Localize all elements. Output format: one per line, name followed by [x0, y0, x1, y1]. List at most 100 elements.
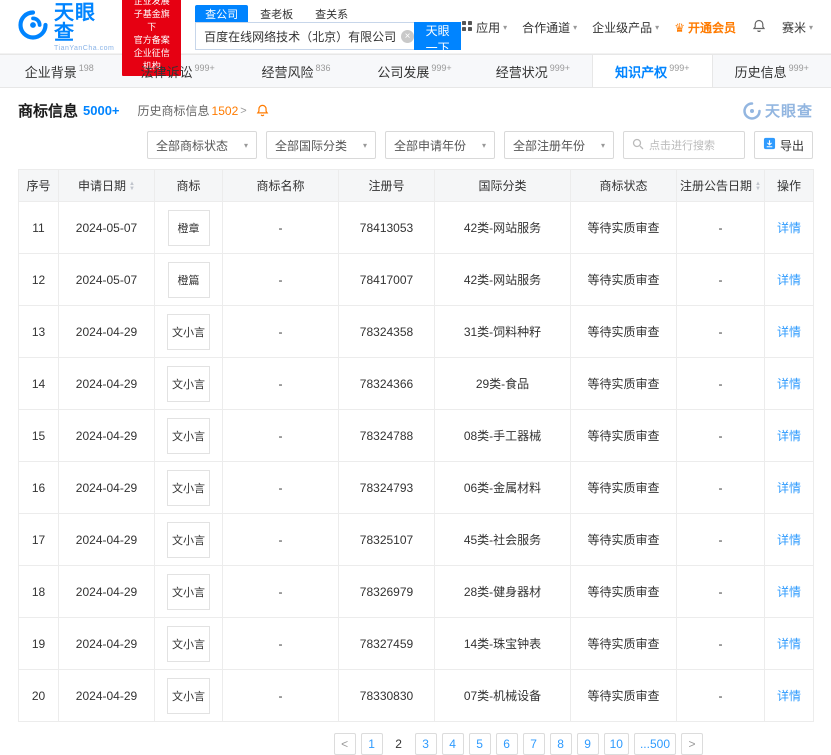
- trademark-cell: 橙章: [154, 201, 223, 254]
- page-button-3[interactable]: 3: [414, 733, 437, 755]
- row-number: 11: [18, 201, 59, 254]
- section-tabbar: 企业背景 198 法律诉讼 999+ 经营风险 836 公司发展 999+ 经营状况 999+ 知识…: [0, 54, 831, 88]
- tab-company-development[interactable]: 公司发展 999+: [355, 55, 473, 87]
- tab-legal-proceedings[interactable]: 法律诉讼 999+: [118, 55, 236, 87]
- nav-enterprise-products-label: 企业级产品: [592, 21, 653, 35]
- search-tab-company[interactable]: 查公司: [195, 5, 249, 22]
- apply-date: 2024-04-29: [58, 669, 155, 722]
- nav-cooperation[interactable]: 合作通道 ▾: [522, 19, 577, 36]
- publication-date: -: [676, 461, 765, 514]
- tab-company-background[interactable]: 企业背景 198: [0, 55, 118, 87]
- search-tab-relation[interactable]: 查关系: [305, 5, 358, 22]
- action-cell: 详情: [764, 513, 814, 566]
- detail-link[interactable]: 详情: [777, 377, 801, 391]
- page-button-9[interactable]: 9: [576, 733, 599, 755]
- next-page-button[interactable]: >: [681, 733, 703, 755]
- trademark-image[interactable]: 文小言: [167, 521, 210, 558]
- tab-intellectual-property[interactable]: 知识产权 999+: [592, 55, 713, 87]
- trademark-image[interactable]: 文小言: [167, 677, 210, 714]
- detail-link[interactable]: 详情: [777, 481, 801, 495]
- col-action-label: 操作: [776, 179, 801, 193]
- page-button-5[interactable]: 5: [468, 733, 491, 755]
- detail-link[interactable]: 详情: [777, 221, 801, 235]
- detail-link[interactable]: 详情: [777, 273, 801, 287]
- nav-open-vip[interactable]: ♛ 开通会员: [674, 19, 736, 36]
- prev-page-button[interactable]: <: [333, 733, 356, 755]
- apply-date: 2024-04-29: [58, 305, 155, 358]
- page-button-2[interactable]: 2: [388, 733, 410, 755]
- detail-link[interactable]: 详情: [777, 533, 801, 547]
- action-cell: 详情: [764, 461, 814, 514]
- page-button-1[interactable]: 1: [360, 733, 383, 755]
- trademark-image[interactable]: 橙篇: [167, 261, 210, 298]
- tab-company-development-count: 999+: [431, 62, 452, 73]
- page-button-7[interactable]: 7: [522, 733, 545, 755]
- sort-icon[interactable]: ▲ ▼: [129, 181, 135, 192]
- filter-register-year-value: 全部注册年份: [512, 138, 585, 153]
- apply-date: 2024-05-07: [58, 201, 155, 254]
- table-row: 11 2024-05-07 橙章 -78413053 42类-网站服务 等待实质审查 - 详情: [18, 201, 814, 254]
- filter-intl-class[interactable]: 全部国际分类 ▾: [265, 131, 376, 159]
- logo-subtitle: TianYanCha.com: [54, 45, 115, 52]
- clear-icon[interactable]: ×: [401, 29, 415, 43]
- page-button-4[interactable]: 4: [441, 733, 464, 755]
- table-search-input[interactable]: 点击进行搜索: [622, 131, 745, 159]
- nav-apps[interactable]: 应用 ▾: [461, 19, 507, 36]
- subscribe-bell-icon[interactable]: [255, 103, 270, 118]
- trademark-status: 等待实质审查: [570, 357, 677, 410]
- col-apply-date[interactable]: 申请日期 ▲ ▼: [58, 169, 155, 202]
- bell-icon: [751, 18, 767, 37]
- nav-enterprise-products[interactable]: 企业级产品 ▾: [592, 19, 659, 36]
- tab-history-info-count: 999+: [788, 62, 809, 73]
- filter-apply-year[interactable]: 全部申请年份 ▾: [384, 131, 495, 159]
- history-trademark-link[interactable]: 历史商标信息 1502 >: [138, 102, 247, 119]
- detail-link[interactable]: 详情: [777, 585, 801, 599]
- pagination: <1 2 3 4 5 6 7 8 9 10 ...500 >: [0, 722, 831, 755]
- trademark-cell: 文小言: [154, 617, 223, 670]
- trademark-image[interactable]: 文小言: [167, 417, 210, 454]
- trademark-image[interactable]: 文小言: [167, 625, 210, 662]
- detail-link[interactable]: 详情: [777, 429, 801, 443]
- tab-history-info[interactable]: 历史信息 999+: [713, 55, 831, 87]
- nav-user[interactable]: 赛米 ▾: [782, 19, 813, 36]
- registration-number: 78324793: [338, 461, 435, 514]
- page-button-8[interactable]: 8: [549, 733, 572, 755]
- col-registration-number: 注册号: [338, 169, 435, 202]
- filter-trademark-status[interactable]: 全部商标状态 ▾: [146, 131, 257, 159]
- col-publication-date-label: 注册公告日期: [680, 179, 753, 193]
- action-cell: 详情: [764, 305, 814, 358]
- trademark-name: -: [222, 617, 339, 670]
- trademark-status: 等待实质审查: [570, 409, 677, 462]
- col-publication-date[interactable]: 注册公告日期 ▲ ▼: [676, 169, 765, 202]
- page-button-6[interactable]: 6: [495, 733, 518, 755]
- detail-link[interactable]: 详情: [777, 325, 801, 339]
- search-button[interactable]: 天眼一下: [414, 22, 462, 55]
- col-intl-class: 国际分类: [434, 169, 571, 202]
- page-button-10[interactable]: 10: [603, 733, 629, 755]
- trademark-name: -: [222, 565, 339, 618]
- tianyancha-logo[interactable]: 天眼查 TianYanCha.com: [18, 3, 114, 52]
- notification-bell[interactable]: [751, 18, 767, 37]
- filter-register-year[interactable]: 全部注册年份 ▾: [503, 131, 614, 159]
- tianyancha-eye-icon: [18, 10, 48, 45]
- search-tab-boss[interactable]: 查老板: [250, 5, 303, 22]
- trademark-image[interactable]: 文小言: [167, 313, 210, 350]
- sort-icon[interactable]: ▲ ▼: [755, 181, 761, 192]
- trademark-image[interactable]: 橙章: [167, 209, 210, 246]
- tab-operating-risk[interactable]: 经营风险 836: [237, 55, 355, 87]
- chevron-down-icon: ▾: [808, 23, 813, 32]
- trademark-image[interactable]: 文小言: [167, 469, 210, 506]
- detail-link[interactable]: 详情: [777, 689, 801, 703]
- page-button-11[interactable]: ...500: [633, 733, 676, 755]
- company-search-input[interactable]: [196, 29, 402, 43]
- intl-class: 45类-社会服务: [434, 513, 571, 566]
- trademark-image[interactable]: 文小言: [167, 573, 210, 610]
- registration-number: 78417007: [338, 253, 435, 306]
- intl-class: 28类-健身器材: [434, 565, 571, 618]
- export-button[interactable]: 导出: [753, 131, 813, 159]
- chevron-down-icon: ▾: [655, 23, 660, 32]
- col-trademark-name-label: 商标名称: [256, 179, 305, 193]
- detail-link[interactable]: 详情: [777, 637, 801, 651]
- tab-operating-status[interactable]: 经营状况 999+: [474, 55, 592, 87]
- trademark-image[interactable]: 文小言: [167, 365, 210, 402]
